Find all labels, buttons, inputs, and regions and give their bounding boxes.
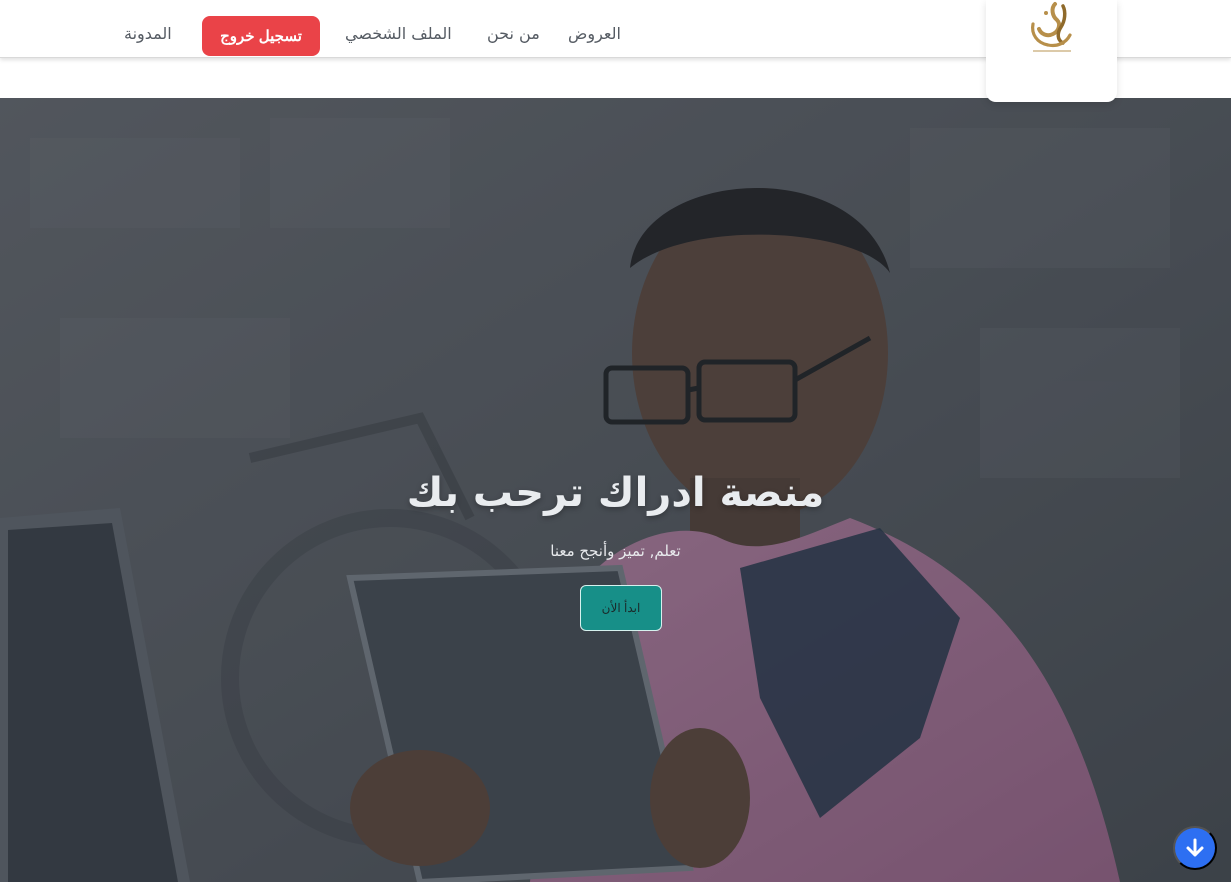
nav-link-about[interactable]: من نحن <box>487 24 540 43</box>
scroll-down-button[interactable] <box>1173 826 1217 870</box>
nav-link-blog[interactable]: المدونة <box>124 24 172 43</box>
nav-link-offers[interactable]: العروض <box>568 24 621 43</box>
hero-subtitle: تعلم, تميز وأنجح معنا <box>550 542 681 560</box>
start-now-button[interactable]: ابدأ الأن <box>580 585 662 631</box>
logout-button[interactable]: تسجيل خروج <box>202 16 320 56</box>
edrak-logo-icon <box>1030 2 1072 52</box>
hero-section: منصة ادراك ترحب بك تعلم, تميز وأنجح معنا… <box>0 98 1231 882</box>
nav-link-profile[interactable]: الملف الشخصي <box>345 24 452 43</box>
hero-title: منصة ادراك ترحب بك <box>406 470 825 516</box>
arrow-down-icon <box>1186 838 1204 857</box>
logo-card[interactable] <box>986 0 1117 102</box>
